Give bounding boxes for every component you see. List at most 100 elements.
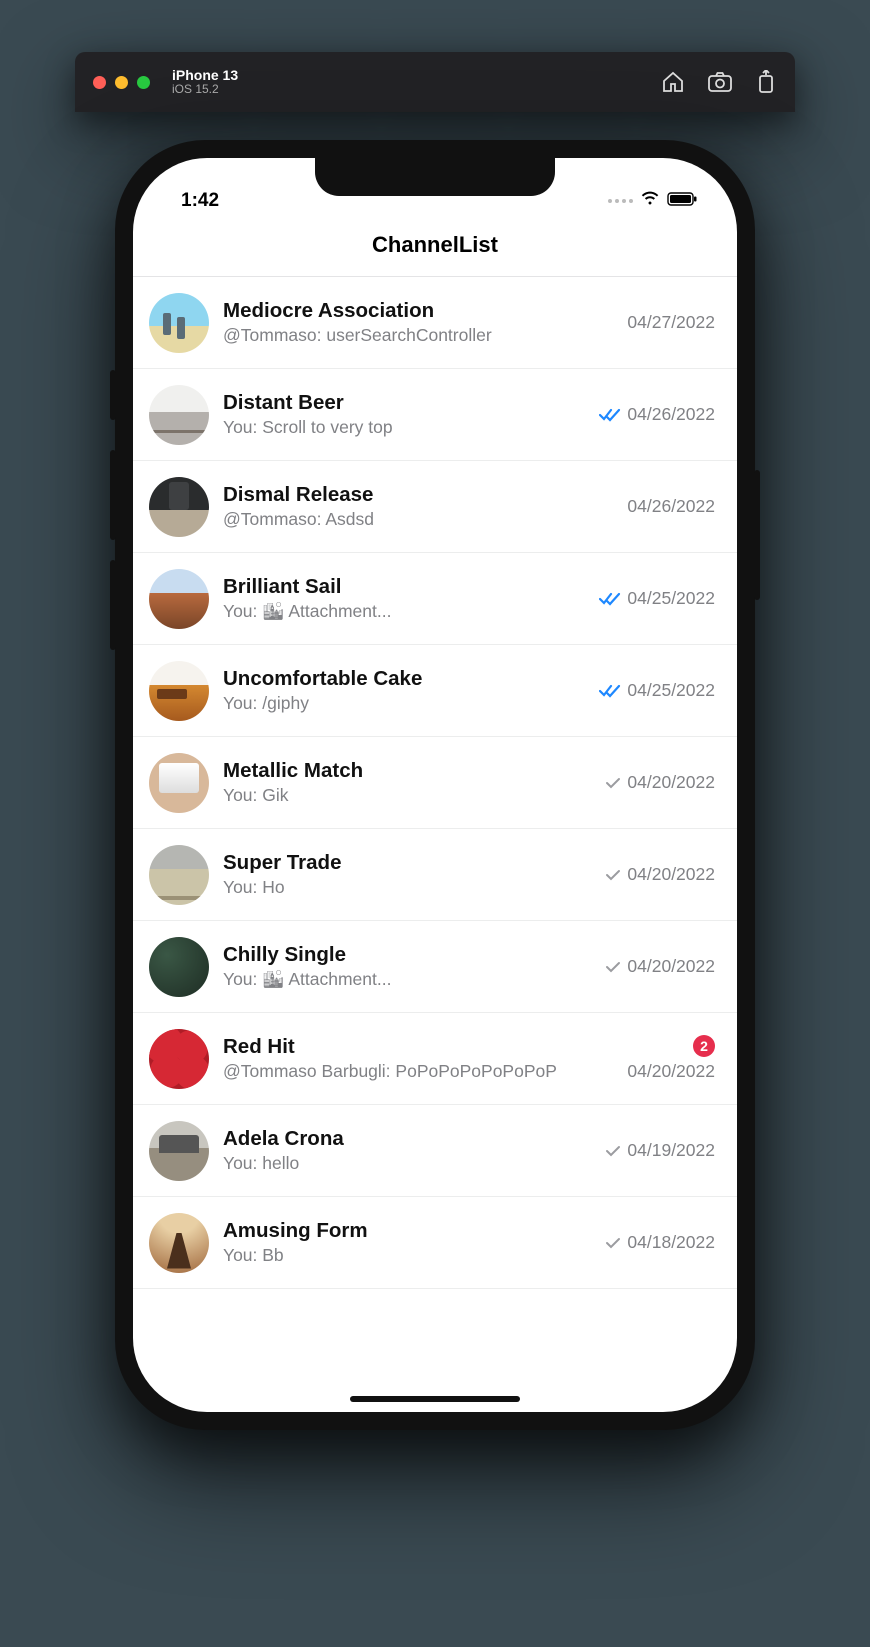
device-frame: 1:42 ChannelList Mediocre Association@To…	[115, 140, 755, 1430]
channel-content: Distant BeerYou: Scroll to very top	[223, 391, 585, 438]
channel-content: Brilliant SailYou: 🏙 Attachment...	[223, 575, 585, 622]
home-icon[interactable]	[661, 70, 685, 94]
zoom-window-button[interactable]	[137, 76, 150, 89]
channel-title: Uncomfortable Cake	[223, 667, 585, 691]
unread-badge: 2	[693, 1035, 715, 1057]
channel-subtitle: @Tommaso: userSearchController	[223, 325, 613, 346]
device-name: iPhone 13	[172, 67, 238, 83]
volume-up-button[interactable]	[110, 450, 116, 540]
channel-subtitle: You: /giphy	[223, 693, 585, 714]
avatar	[149, 753, 209, 813]
channel-meta: 04/18/2022	[605, 1232, 715, 1253]
home-indicator[interactable]	[350, 1396, 520, 1402]
os-version: iOS 15.2	[172, 83, 238, 97]
sent-check-icon	[605, 777, 621, 789]
channel-meta: 2 04/20/2022	[627, 1035, 715, 1082]
power-button[interactable]	[754, 470, 760, 600]
channel-content: Adela CronaYou: hello	[223, 1127, 591, 1174]
channel-title: Adela Crona	[223, 1127, 591, 1151]
channel-content: Dismal Release@Tommaso: Asdsd	[223, 483, 613, 530]
channel-date: 04/20/2022	[627, 956, 715, 977]
status-time: 1:42	[181, 190, 219, 212]
simulator-toolbar: iPhone 13 iOS 15.2	[75, 52, 795, 112]
channel-subtitle: You: hello	[223, 1153, 591, 1174]
avatar	[149, 845, 209, 905]
minimize-window-button[interactable]	[115, 76, 128, 89]
avatar	[149, 1121, 209, 1181]
channel-title: Mediocre Association	[223, 299, 613, 323]
channel-list[interactable]: Mediocre Association@Tommaso: userSearch…	[133, 277, 737, 1412]
simulator-actions	[661, 70, 777, 94]
mute-switch[interactable]	[110, 370, 116, 420]
notch	[315, 158, 555, 196]
read-receipt-icon	[599, 592, 621, 606]
channel-date: 04/20/2022	[627, 1061, 715, 1082]
channel-title: Distant Beer	[223, 391, 585, 415]
channel-meta: 04/26/2022	[627, 496, 715, 517]
channel-subtitle: You: Ho	[223, 877, 591, 898]
avatar	[149, 293, 209, 353]
channel-date: 04/25/2022	[627, 588, 715, 609]
status-right	[608, 190, 697, 212]
avatar	[149, 661, 209, 721]
channel-meta: 04/26/2022	[599, 404, 715, 425]
channel-row[interactable]: Red Hit@Tommaso Barbugli: PoPoPoPoPoPoPo…	[133, 1013, 737, 1105]
channel-row[interactable]: Mediocre Association@Tommaso: userSearch…	[133, 277, 737, 369]
channel-row[interactable]: Super TradeYou: Ho 04/20/2022	[133, 829, 737, 921]
rotate-icon[interactable]	[755, 70, 777, 94]
channel-date: 04/26/2022	[627, 496, 715, 517]
traffic-lights	[93, 76, 150, 89]
channel-subtitle: @Tommaso: Asdsd	[223, 509, 613, 530]
wifi-icon	[640, 190, 660, 212]
channel-subtitle: You: Gik	[223, 785, 591, 806]
avatar	[149, 937, 209, 997]
channel-title: Amusing Form	[223, 1219, 591, 1243]
channel-row[interactable]: Distant BeerYou: Scroll to very top 04/26…	[133, 369, 737, 461]
channel-row[interactable]: Amusing FormYou: Bb 04/18/2022	[133, 1197, 737, 1289]
channel-row[interactable]: Uncomfortable CakeYou: /giphy 04/25/2022	[133, 645, 737, 737]
read-receipt-icon	[599, 684, 621, 698]
channel-content: Chilly SingleYou: 🏙 Attachment...	[223, 943, 591, 990]
volume-down-button[interactable]	[110, 560, 116, 650]
sent-check-icon	[605, 1237, 621, 1249]
channel-meta: 04/25/2022	[599, 588, 715, 609]
read-receipt-icon	[599, 408, 621, 422]
channel-meta: 04/27/2022	[627, 312, 715, 333]
channel-meta: 04/19/2022	[605, 1140, 715, 1161]
sent-check-icon	[605, 869, 621, 881]
channel-subtitle: You: Bb	[223, 1245, 591, 1266]
channel-row[interactable]: Adela CronaYou: hello 04/19/2022	[133, 1105, 737, 1197]
channel-row[interactable]: Metallic MatchYou: Gik 04/20/2022	[133, 737, 737, 829]
channel-row[interactable]: Chilly SingleYou: 🏙 Attachment... 04/20/2…	[133, 921, 737, 1013]
channel-content: Mediocre Association@Tommaso: userSearch…	[223, 299, 613, 346]
channel-date: 04/20/2022	[627, 772, 715, 793]
screenshot-icon[interactable]	[707, 70, 733, 94]
channel-date: 04/19/2022	[627, 1140, 715, 1161]
channel-date: 04/26/2022	[627, 404, 715, 425]
channel-title: Brilliant Sail	[223, 575, 585, 599]
avatar	[149, 385, 209, 445]
avatar	[149, 477, 209, 537]
channel-subtitle: You: 🏙 Attachment...	[223, 969, 591, 990]
avatar	[149, 1213, 209, 1273]
channel-meta: 04/20/2022	[605, 956, 715, 977]
cellular-icon	[608, 199, 633, 203]
channel-meta: 04/25/2022	[599, 680, 715, 701]
channel-date: 04/27/2022	[627, 312, 715, 333]
channel-subtitle: You: Scroll to very top	[223, 417, 585, 438]
close-window-button[interactable]	[93, 76, 106, 89]
channel-date: 04/25/2022	[627, 680, 715, 701]
channel-subtitle: You: 🏙 Attachment...	[223, 601, 585, 622]
channel-title: Metallic Match	[223, 759, 591, 783]
channel-row[interactable]: Dismal Release@Tommaso: Asdsd 04/26/2022	[133, 461, 737, 553]
channel-date: 04/20/2022	[627, 864, 715, 885]
avatar	[149, 1029, 209, 1089]
channel-date: 04/18/2022	[627, 1232, 715, 1253]
channel-title: Super Trade	[223, 851, 591, 875]
channel-meta: 04/20/2022	[605, 864, 715, 885]
channel-title: Dismal Release	[223, 483, 613, 507]
sent-check-icon	[605, 961, 621, 973]
channel-meta: 04/20/2022	[605, 772, 715, 793]
channel-row[interactable]: Brilliant SailYou: 🏙 Attachment... 04/25/…	[133, 553, 737, 645]
channel-content: Red Hit@Tommaso Barbugli: PoPoPoPoPoPoPo…	[223, 1035, 613, 1082]
